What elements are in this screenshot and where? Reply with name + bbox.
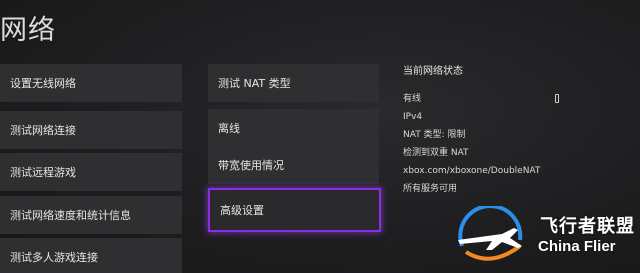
watermark-chinese-text: 飞行者联盟: [540, 216, 635, 237]
double-nat-status: 检测到双重 NAT: [403, 148, 469, 158]
network-status-panel: 当前网络状态 有线 IPv4 NAT 类型: 限制 检测到双重 NAT xbox…: [403, 62, 603, 198]
tile-label: 测试多人游戏连接: [10, 251, 98, 264]
test-network-connection-button[interactable]: 测试网络连接: [0, 111, 182, 149]
services-status: 所有服务可用: [403, 184, 458, 194]
tile-label: 测试网络速度和统计信息: [10, 209, 131, 222]
tile-label: 带宽使用情况: [218, 159, 284, 172]
page-title: 网络: [0, 15, 56, 46]
test-multiplayer-connection-button[interactable]: 测试多人游戏连接: [0, 238, 182, 273]
tile-label: 测试 NAT 类型: [218, 77, 291, 90]
status-heading: 当前网络状态: [403, 66, 463, 77]
nat-type-status: NAT 类型: 限制: [403, 130, 466, 140]
watermark-english-text: China Flier: [538, 238, 616, 255]
tile-label: 离线: [218, 122, 240, 135]
watermark: 飞行者联盟 China Flier: [452, 206, 638, 268]
connection-type-text: 有线: [403, 94, 422, 104]
tile-label: 测试网络连接: [10, 124, 76, 137]
bandwidth-usage-button[interactable]: 带宽使用情况: [208, 146, 379, 184]
setup-wireless-network-button[interactable]: 设置无线网络: [0, 64, 182, 102]
connection-type: 有线: [403, 90, 603, 108]
network-settings-screen: 网络 设置无线网络 测试网络连接 测试远程游戏 测试网络速度和统计信息 测试多人…: [0, 0, 640, 273]
tile-label: 设置无线网络: [10, 77, 76, 90]
double-nat-help-url: xbox.com/xboxone/DoubleNAT: [403, 166, 541, 176]
ip-version: IPv4: [403, 112, 423, 122]
airplane-logo-icon: [458, 206, 523, 261]
ethernet-icon: [555, 94, 559, 103]
advanced-settings-button[interactable]: 高级设置: [208, 188, 381, 232]
go-offline-button[interactable]: 离线: [208, 109, 379, 147]
tile-label: 测试远程游戏: [10, 166, 76, 179]
test-network-speed-button[interactable]: 测试网络速度和统计信息: [0, 196, 182, 234]
test-nat-type-button[interactable]: 测试 NAT 类型: [208, 64, 379, 102]
tile-label: 高级设置: [220, 204, 264, 217]
test-remote-play-button[interactable]: 测试远程游戏: [0, 153, 182, 191]
